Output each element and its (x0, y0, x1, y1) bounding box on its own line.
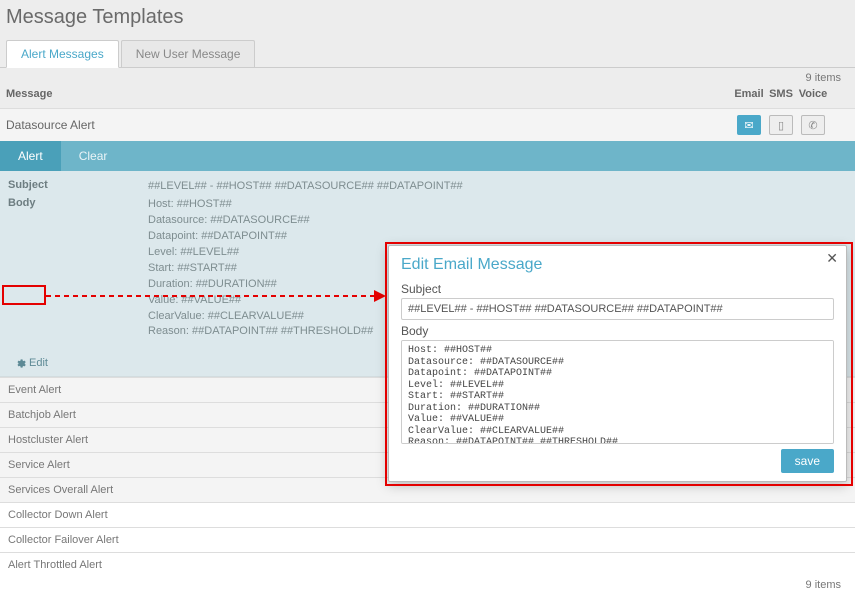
table-row[interactable]: Collector Failover Alert (0, 527, 855, 552)
items-count-top: 9 items (0, 68, 855, 84)
modal-close-button[interactable]: ✕ (826, 250, 838, 267)
voice-icon: ✆ (808, 119, 817, 132)
email-channel-button[interactable]: ✉ (737, 115, 761, 135)
modal-body-textarea[interactable] (401, 340, 834, 444)
sub-tabs: Alert Clear (0, 141, 855, 171)
col-header-email: Email (733, 88, 765, 100)
modal-subject-input[interactable] (401, 298, 834, 320)
edit-button[interactable]: Edit (8, 354, 55, 372)
items-count-bottom: 9 items (0, 577, 855, 591)
modal-title: Edit Email Message (401, 256, 834, 274)
modal-save-button[interactable]: save (781, 449, 834, 473)
edit-button-label: Edit (29, 357, 48, 369)
detail-subject-value: ##LEVEL## - ##HOST## ##DATASOURCE## ##DA… (148, 179, 847, 195)
sms-icon: ▯ (778, 119, 784, 132)
detail-subject-label: Subject (8, 179, 148, 195)
detail-body-label: Body (8, 197, 148, 340)
main-tabs: Alert Messages New User Message (0, 39, 855, 68)
row-name-label: Datasource Alert (6, 118, 733, 132)
subtab-alert[interactable]: Alert (0, 141, 61, 171)
modal-subject-label: Subject (401, 282, 834, 296)
voice-channel-button[interactable]: ✆ (801, 115, 825, 135)
sms-channel-button[interactable]: ▯ (769, 115, 793, 135)
table-row[interactable]: Collector Down Alert (0, 502, 855, 527)
col-header-sms: SMS (765, 88, 797, 100)
col-header-message: Message (6, 88, 733, 100)
table-row[interactable]: Alert Throttled Alert (0, 552, 855, 577)
page-title: Message Templates (0, 0, 855, 39)
tab-new-user-message[interactable]: New User Message (121, 40, 256, 67)
table-row-selected[interactable]: Datasource Alert ✉ ▯ ✆ (0, 108, 855, 141)
table-header: Message Email SMS Voice (0, 84, 855, 108)
tab-alert-messages[interactable]: Alert Messages (6, 40, 119, 68)
col-header-voice: Voice (797, 88, 829, 100)
modal-body-label: Body (401, 324, 834, 338)
edit-email-modal: ✕ Edit Email Message Subject Body save (388, 245, 847, 482)
gear-icon (15, 358, 26, 369)
subtab-clear[interactable]: Clear (61, 141, 126, 171)
email-icon: ✉ (744, 119, 753, 132)
